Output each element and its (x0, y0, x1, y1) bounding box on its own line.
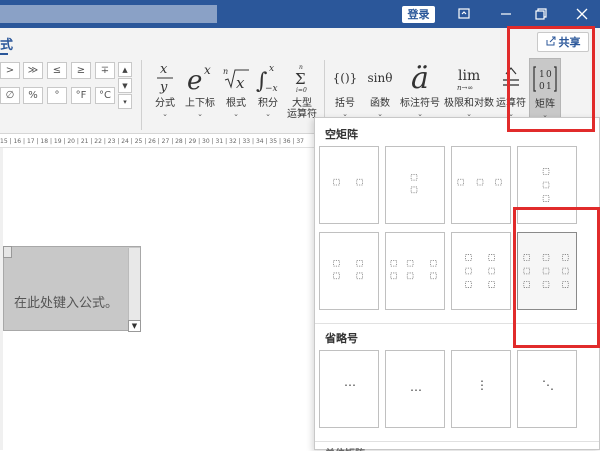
symbol-celsius[interactable]: °C (95, 87, 115, 104)
function-label: 函数 (370, 98, 390, 109)
svg-text:Σ: Σ (295, 70, 306, 88)
ellipsis-baseline-icon: … (410, 380, 422, 394)
ellipsis-vertical-tile[interactable]: ⋮ (451, 350, 511, 428)
ellipsis-midline-icon: ⋯ (344, 378, 356, 392)
title-bar: 登录 (0, 0, 600, 28)
script-button[interactable]: ex 上下标 ⌄ (182, 58, 218, 130)
symbol-percent[interactable]: % (23, 87, 43, 104)
integral-button[interactable]: ∫ x −x 积分 ⌄ (254, 58, 282, 130)
bracket-label: 括号 (335, 98, 355, 109)
matrix-3x2-tile[interactable] (451, 232, 511, 310)
section-divider (315, 441, 599, 442)
section-title-identity: 单位矩阵 (325, 445, 365, 451)
matrix-2x2-icon (333, 259, 363, 280)
script-label: 上下标 (185, 98, 215, 109)
chevron-down-icon: ⌄ (162, 110, 168, 118)
matrix-2x1-icon (410, 173, 418, 194)
symbol-minus-plus[interactable]: ∓ (95, 62, 115, 79)
matrix-2x3-icon (390, 259, 437, 280)
matrix-3x2-icon (465, 254, 495, 288)
equation-placeholder[interactable]: 在此处键入公式。 (14, 292, 118, 311)
close-icon[interactable] (572, 4, 592, 24)
svg-text:lim: lim (458, 68, 480, 84)
matrix-2x3-tile[interactable] (385, 232, 445, 310)
ellipsis-vertical-icon: ⋮ (476, 378, 488, 392)
highlight-box-matrix-button (507, 26, 595, 132)
radical-icon: nx (222, 58, 250, 98)
section-title-dots: 省略号 (325, 332, 358, 345)
equation-box[interactable] (3, 246, 141, 331)
symbol-empty-set[interactable]: ∅ (0, 87, 20, 104)
fraction-label: 分式 (155, 98, 175, 109)
gallery-expand-icon[interactable]: ▾ (118, 94, 132, 109)
chevron-down-icon: ⌄ (197, 110, 203, 118)
limit-log-label: 极限和对数 (444, 98, 494, 109)
matrix-1x3-icon (457, 178, 502, 186)
fraction-icon: xy (152, 58, 178, 98)
symbol-degree[interactable]: ° (47, 87, 67, 104)
svg-text:x: x (236, 74, 245, 92)
highlight-box-3x3-tile (513, 207, 600, 348)
svg-text:i=0: i=0 (296, 87, 307, 94)
active-tab-indicator (0, 53, 8, 55)
summation-icon: n Σi=0 (285, 58, 319, 98)
svg-text:y: y (159, 80, 168, 95)
symbol-fahrenheit[interactable]: °F (71, 87, 91, 104)
integral-label: 积分 (258, 98, 278, 109)
tab-equation[interactable]: 式 (0, 34, 13, 53)
svg-text:e: e (187, 66, 202, 96)
horizontal-ruler: 15 | 16 | 17 | 18 | 19 | 20 | 21 | 22 | … (0, 135, 314, 148)
svg-text:x: x (204, 63, 211, 77)
equation-options-chevron-icon[interactable]: ▼ (128, 320, 141, 332)
ellipsis-baseline-tile[interactable]: … (385, 350, 445, 428)
large-operator-label-line1: 大型 (292, 98, 312, 109)
document-title-field[interactable] (0, 5, 217, 23)
symbol-greater[interactable]: > (0, 62, 20, 79)
section-title-empty-matrix: 空矩阵 (325, 128, 358, 141)
fraction-button[interactable]: xy 分式 ⌄ (152, 58, 178, 130)
accent-label: 标注符号 (400, 98, 440, 109)
restore-icon[interactable] (531, 4, 551, 24)
gallery-scroll-up-icon[interactable]: ▲ (118, 62, 132, 77)
matrix-1x2-icon (333, 178, 363, 186)
svg-text:n: n (223, 67, 228, 76)
ellipsis-diagonal-icon: ⋱ (542, 378, 554, 392)
minimize-icon[interactable] (496, 4, 516, 24)
integral-icon: ∫ x −x (254, 58, 282, 98)
svg-text:n→∞: n→∞ (457, 84, 473, 92)
matrix-2x1-tile[interactable] (385, 146, 445, 224)
script-icon: ex (182, 58, 218, 98)
radical-button[interactable]: nx 根式 ⌄ (222, 58, 250, 130)
ellipsis-diagonal-tile[interactable]: ⋱ (517, 350, 577, 428)
gallery-scroll-down-icon[interactable]: ▼ (118, 78, 132, 93)
ribbon-display-options-icon[interactable] (454, 4, 474, 24)
equation-move-handle-icon[interactable] (3, 246, 12, 258)
svg-text:−x: −x (265, 84, 278, 94)
bracket-icon: {()} (332, 71, 358, 85)
accent-icon: ä (411, 60, 429, 96)
matrix-1x2-tile[interactable] (319, 146, 379, 224)
symbol-greater-equal[interactable]: ≥ (71, 62, 91, 79)
chevron-down-icon: ⌄ (265, 110, 271, 118)
login-button[interactable]: 登录 (402, 6, 435, 23)
matrix-2x2-tile[interactable] (319, 232, 379, 310)
svg-text:x: x (160, 62, 168, 77)
equation-scroll-track (128, 248, 140, 330)
symbol-much-greater[interactable]: ≫ (23, 62, 43, 79)
ribbon-separator (141, 60, 142, 130)
limit-icon: lim n→∞ (443, 58, 495, 98)
matrix-1x3-tile[interactable] (451, 146, 511, 224)
radical-label: 根式 (226, 98, 246, 109)
ellipsis-midline-tile[interactable]: ⋯ (319, 350, 379, 428)
symbol-less-equal[interactable]: ≤ (47, 62, 67, 79)
svg-text:x: x (269, 64, 274, 74)
chevron-down-icon: ⌄ (233, 110, 239, 118)
function-icon: sinθ (367, 71, 393, 85)
